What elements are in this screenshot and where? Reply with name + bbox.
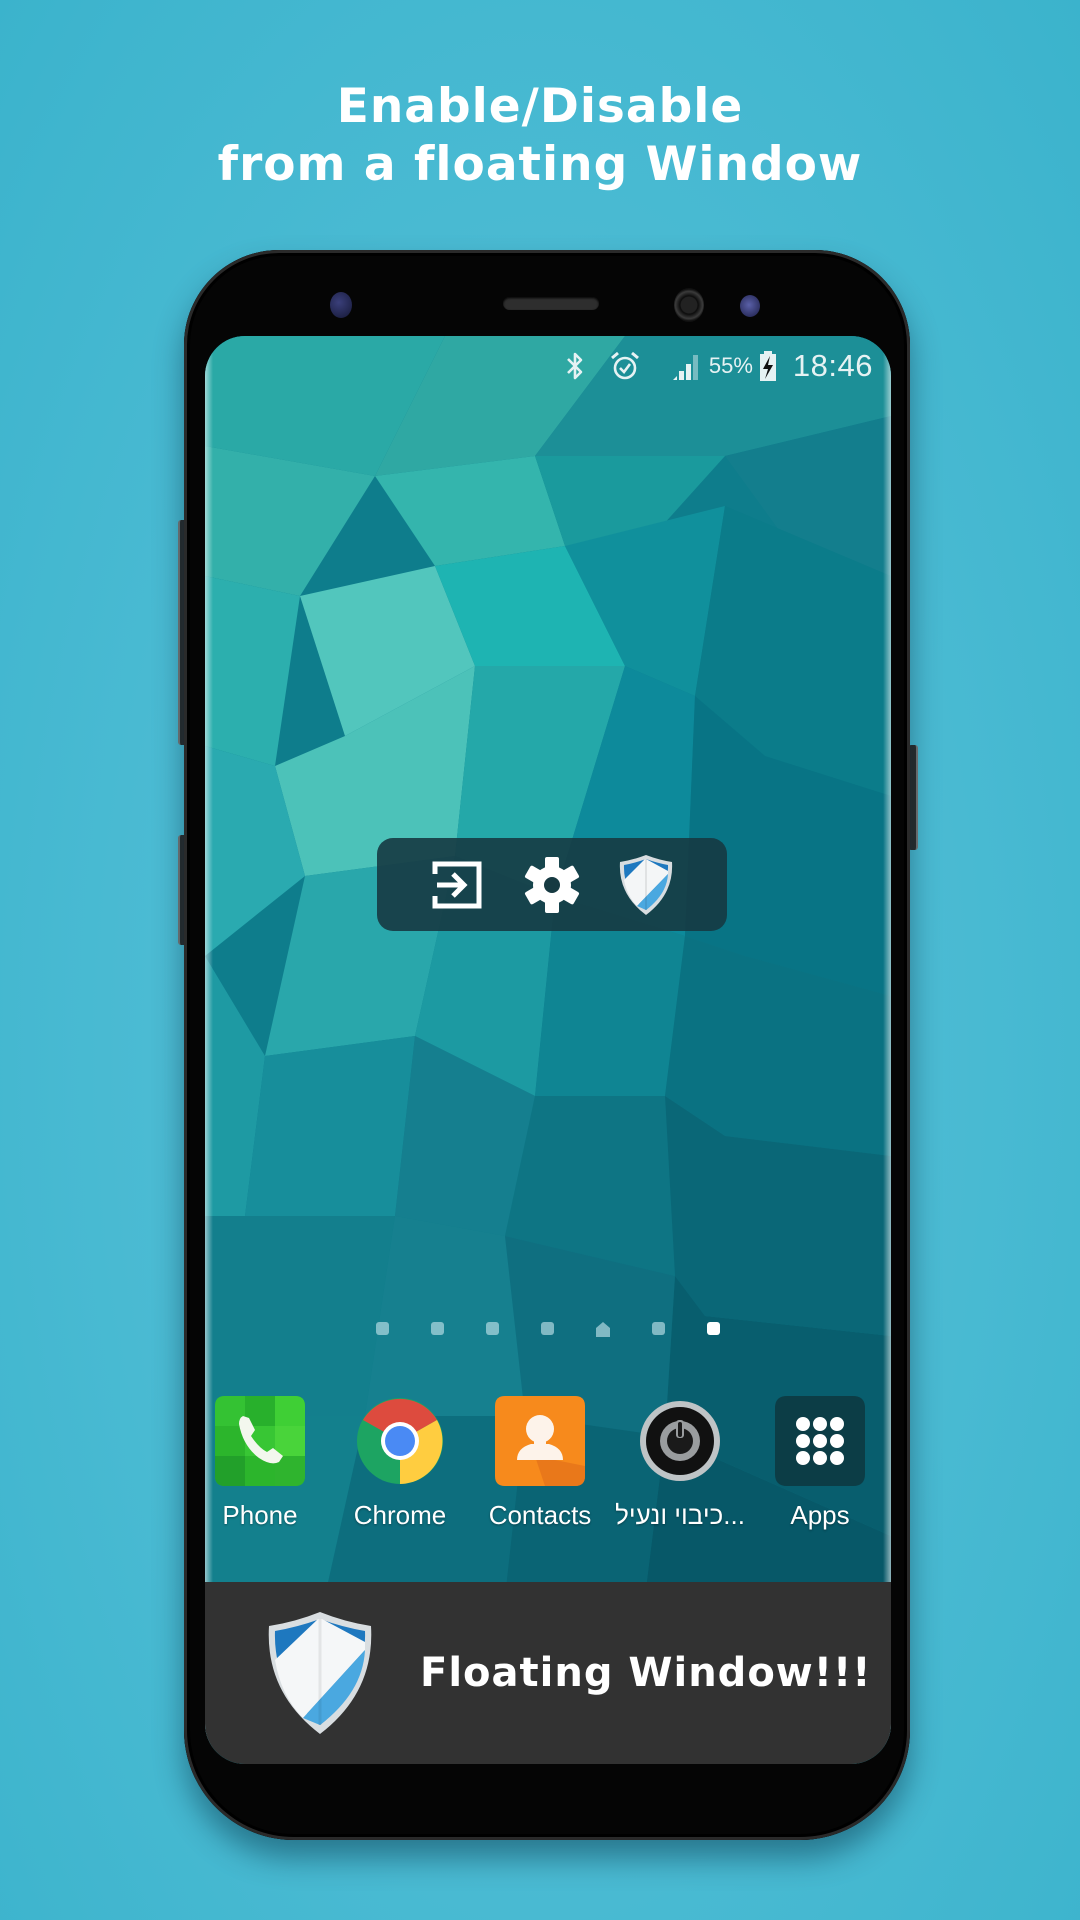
battery-percent: 55% [708,353,753,378]
alarm-icon [609,350,641,382]
app-label: Phone [222,1500,298,1530]
settings-icon [524,856,580,913]
bluetooth-icon [563,350,587,382]
floating-window[interactable] [377,838,727,931]
home-icon [596,1322,610,1337]
screen-edge-left [205,336,213,1764]
phone-icon [215,1396,305,1486]
app-chrome[interactable]: Chrome [330,1396,470,1531]
app-lock-power[interactable]: כיבוי ונעיל... [610,1396,750,1531]
status-bar: 55% 18:46 [563,346,873,386]
page-dot[interactable] [376,1322,389,1335]
page-dot-active[interactable] [707,1322,720,1335]
app-phone[interactable]: Phone [205,1396,330,1531]
toast-banner: Floating Window!!! [205,1582,891,1764]
contacts-icon [495,1396,585,1486]
signal-icon [669,350,701,382]
app-label: כיבוי ונעיל... [615,1500,745,1530]
iris-sensor [330,292,352,318]
page-indicator [205,1322,891,1337]
proximity-sensor [740,295,760,317]
battery-charging-icon [759,350,777,382]
power-icon [640,1401,720,1481]
wallpaper [205,336,891,1764]
app-contacts[interactable]: Contacts [470,1396,610,1531]
settings-button[interactable] [522,855,582,915]
home-page-dot[interactable] [596,1322,610,1337]
exit-button[interactable] [428,855,488,915]
apps-grid-icon [775,1396,865,1486]
app-label: Apps [790,1500,850,1530]
chrome-icon [357,1398,443,1484]
page-dot[interactable] [652,1322,665,1335]
exit-icon [432,861,482,908]
headline-line-2: from a floating Window [217,137,863,192]
screen-edge-right [883,336,891,1764]
shield-toggle-button[interactable] [616,854,676,915]
banner-text: Floating Window!!! [420,1650,872,1696]
status-time: 18:46 [792,348,873,383]
headline-line-1: Enable/Disable [336,79,744,134]
app-label: Contacts [488,1500,592,1530]
page-dot[interactable] [486,1322,499,1335]
front-camera [674,288,704,322]
app-drawer[interactable]: Apps [750,1396,890,1531]
phone-screen: 55% 18:46 Phone Chrome Contacts כיבוי ונ… [205,336,891,1764]
promo-headline: Enable/Disable from a floating Window [0,78,1080,194]
earpiece-speaker [503,297,599,310]
app-dock: Phone Chrome Contacts כיבוי ונעיל... App… [205,1396,891,1536]
page-dot[interactable] [431,1322,444,1335]
shield-icon [268,1612,372,1734]
shield-icon [619,854,673,915]
page-dot[interactable] [541,1322,554,1335]
app-label: Chrome [353,1500,447,1530]
